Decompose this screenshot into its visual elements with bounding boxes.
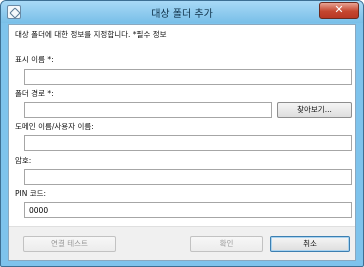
window-title: 대상 폴더 추가 [151,9,213,20]
title-bar[interactable]: 대상 폴더 추가 ✕ [1,1,363,23]
dialog-window: 대상 폴더 추가 ✕ 대상 폴더에 대한 정보를 지정합니다. *필수 정보 표… [0,0,364,267]
folder-path-input[interactable] [24,102,272,118]
browse-button[interactable]: 찾아보기... [277,102,352,118]
password-label: 암호: [15,156,32,165]
pin-code-label: PIN 코드: [15,189,47,198]
domain-user-input[interactable] [24,135,352,151]
ok-button[interactable]: 확인 [190,236,263,252]
domain-user-label: 도메인 이름/사용자 이름: [15,122,94,131]
pin-code-input[interactable] [24,202,352,218]
folder-path-label: 폴더 경로 *: [15,89,54,98]
display-name-label: 표시 이름 *: [15,55,54,64]
button-bar: 연결 테스트 확인 취소 [9,226,355,260]
close-button[interactable]: ✕ [319,2,359,19]
test-connection-button[interactable]: 연결 테스트 [23,236,116,252]
display-name-input[interactable] [24,69,352,85]
dialog-content: 대상 폴더에 대한 정보를 지정합니다. *필수 정보 표시 이름 *: 폴더 … [8,24,356,261]
instruction-text: 대상 폴더에 대한 정보를 지정합니다. *필수 정보 [15,30,167,39]
cancel-button[interactable]: 취소 [270,236,350,252]
password-input[interactable] [24,169,352,185]
